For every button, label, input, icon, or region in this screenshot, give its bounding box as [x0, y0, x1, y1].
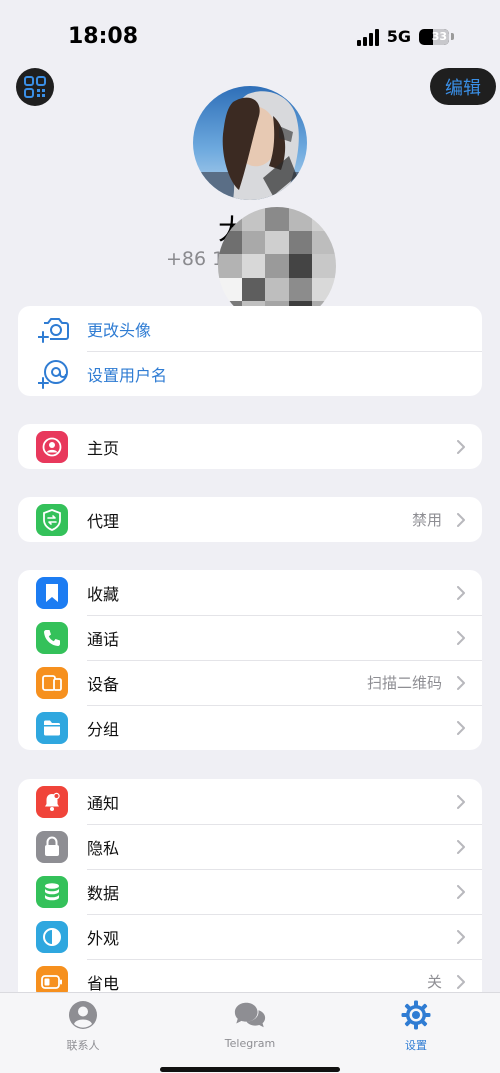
settings-row-saved[interactable]: 收藏: [18, 570, 482, 615]
set-username-row[interactable]: 设置用户名: [18, 351, 482, 396]
tab-label: 设置: [405, 1039, 427, 1052]
tab-label: Telegram: [224, 1037, 276, 1050]
avatar-photo: [193, 86, 307, 200]
set-username-label: 设置用户名: [87, 365, 168, 385]
camera-add-icon: [36, 313, 72, 345]
at-sign-icon: [36, 358, 72, 390]
change-avatar-label: 更改头像: [87, 320, 152, 340]
tab-contacts[interactable]: 联系人: [23, 998, 143, 1053]
contacts-icon: [66, 998, 100, 1032]
row-label: 省电: [87, 973, 120, 993]
appearance-icon: [36, 920, 68, 953]
profile-page-card: 主页: [18, 424, 482, 469]
profile-page-icon: [36, 430, 68, 463]
chevron-right-icon: [454, 630, 468, 645]
proxy-card: 代理 禁用: [18, 497, 482, 542]
battery-cap-icon: [451, 33, 454, 40]
folder-icon: [36, 711, 68, 744]
chevron-right-icon: [454, 929, 468, 944]
settings-row-devices[interactable]: 设备 扫描二维码: [18, 660, 482, 705]
qr-code-icon: [24, 76, 46, 98]
settings-row-profile-page[interactable]: 主页: [18, 424, 482, 469]
features-card: 收藏 通话 设备 扫描二维码 分组: [18, 570, 482, 750]
qr-code-button[interactable]: [16, 68, 54, 106]
settings-row-appearance[interactable]: 外观: [18, 914, 482, 959]
battery-indicator: 33: [419, 28, 449, 45]
tab-label: 联系人: [66, 1039, 100, 1052]
lock-icon: [36, 830, 68, 863]
chevron-right-icon: [454, 720, 468, 735]
row-label: 主页: [87, 438, 120, 458]
change-avatar-row[interactable]: 更改头像: [18, 306, 482, 351]
battery-level: 33: [431, 30, 447, 43]
chevron-right-icon: [454, 974, 468, 989]
chevron-right-icon: [454, 585, 468, 600]
profile-actions-card: 更改头像 设置用户名: [18, 306, 482, 396]
settings-gear-icon: [399, 998, 433, 1032]
edit-button[interactable]: 编辑: [430, 68, 496, 105]
bookmark-icon: [36, 576, 68, 609]
settings-row-proxy[interactable]: 代理 禁用: [18, 497, 482, 542]
status-indicators: 5G 33: [356, 27, 454, 46]
row-label: 代理: [87, 511, 120, 531]
row-value: 禁用: [411, 511, 442, 529]
settings-row-notifications[interactable]: 通知: [18, 779, 482, 824]
proxy-shield-icon: [36, 503, 68, 536]
chevron-right-icon: [454, 439, 468, 454]
database-icon: [36, 875, 68, 908]
row-label: 隐私: [87, 838, 120, 858]
row-label: 通知: [87, 793, 120, 813]
status-bar: 18:08 5G 33: [0, 0, 500, 72]
row-label: 数据: [87, 883, 120, 903]
row-label: 通话: [87, 629, 120, 649]
row-value: 扫描二维码: [366, 674, 442, 692]
devices-icon: [36, 666, 68, 699]
chevron-right-icon: [454, 675, 468, 690]
network-label: 5G: [386, 27, 411, 46]
status-time: 18:08: [68, 24, 139, 49]
row-label: 设备: [87, 674, 120, 694]
signal-icon: [356, 28, 379, 46]
tab-chats[interactable]: Telegram: [190, 998, 310, 1050]
row-value: 关: [426, 973, 442, 991]
avatar[interactable]: [193, 86, 307, 200]
chevron-right-icon: [454, 839, 468, 854]
chevron-right-icon: [454, 794, 468, 809]
row-label: 收藏: [87, 584, 120, 604]
preferences-card: 通知 隐私 数据 外观 省电 关: [18, 779, 482, 1004]
chevron-right-icon: [454, 884, 468, 899]
tab-settings[interactable]: 设置: [356, 998, 476, 1053]
chats-icon: [233, 998, 267, 1032]
settings-screen: 18:08 5G 33 编辑 +86 18 更改头像 设置用户名 主页 代理 禁…: [0, 0, 500, 1073]
settings-row-data[interactable]: 数据: [18, 869, 482, 914]
bell-icon: [36, 785, 68, 818]
home-indicator: [160, 1067, 340, 1072]
settings-row-privacy[interactable]: 隐私: [18, 824, 482, 869]
settings-row-calls[interactable]: 通话: [18, 615, 482, 660]
row-label: 分组: [87, 719, 120, 739]
chevron-right-icon: [454, 512, 468, 527]
settings-row-folders[interactable]: 分组: [18, 705, 482, 750]
phone-icon: [36, 621, 68, 654]
tab-bar: 联系人 Telegram 设置: [0, 992, 500, 1073]
row-label: 外观: [87, 928, 120, 948]
